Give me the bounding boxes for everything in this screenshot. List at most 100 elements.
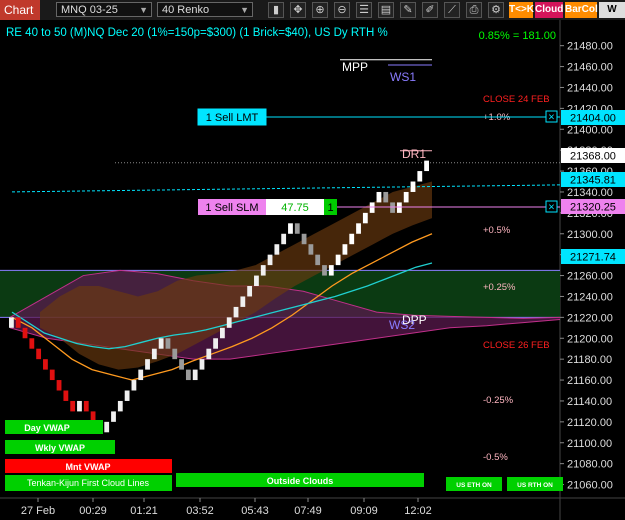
settings-icon[interactable]: ⚙ [488, 2, 504, 18]
vwap-price-text: 21345.81 [570, 175, 616, 187]
renko-brick [83, 400, 89, 412]
price-tick-label: 21160.00 [567, 375, 612, 387]
screenshot-icon[interactable]: ⎙ [466, 2, 482, 18]
time-tick-label: 05:43 [241, 505, 269, 517]
data-box-icon[interactable]: ▤ [378, 2, 394, 18]
drawing-tool-icon[interactable]: ✎ [400, 2, 416, 18]
time-tick-label: 01:21 [130, 505, 158, 517]
renko-brick [77, 400, 82, 412]
last-price-text: 21368.00 [570, 151, 616, 163]
edit-icon[interactable]: ✐ [422, 2, 438, 18]
renko-brick [383, 191, 389, 203]
renko-brick [15, 317, 21, 328]
renko-brick [56, 380, 62, 391]
chevron-down-icon: ▼ [139, 5, 148, 15]
sell-lmt-label: 1 Sell LMT [206, 112, 259, 124]
chevron-down-icon: ▼ [240, 5, 249, 15]
barcol-button[interactable]: BarCol [565, 2, 598, 18]
renko-brick [247, 286, 253, 297]
tk-button[interactable]: T<>K [509, 2, 534, 18]
mnt-vwap-label: Mnt VWAP [66, 462, 111, 472]
day-vwap-label: Day VWAP [24, 423, 70, 433]
slm-price-text: 21320.25 [570, 202, 616, 214]
slm-pnl: 47.75 [281, 202, 309, 214]
renko-brick [226, 317, 232, 328]
renko-brick [410, 181, 416, 192]
renko-brick [192, 369, 198, 381]
renko-brick [403, 191, 409, 203]
time-tick-label: 00:29 [79, 505, 107, 517]
renko-brick [22, 327, 28, 339]
renko-brick [206, 348, 212, 360]
renko-brick [117, 400, 123, 412]
sell-slm-label: 1 Sell SLM [205, 202, 258, 214]
price-tick-label: 21180.00 [567, 354, 612, 366]
price-tick-label: 21480.00 [567, 41, 613, 53]
bar-chart-icon[interactable]: ▮ [268, 2, 284, 18]
tenkan-kijun-label: Tenkan-Kijun First Cloud Lines [27, 478, 150, 488]
price-tick-label: 21400.00 [567, 124, 613, 136]
zoom-in-icon[interactable]: ⊕ [312, 2, 328, 18]
percent-change: 0.85% = 181.00 [479, 30, 556, 42]
renko-brick [199, 359, 205, 370]
renko-brick [315, 254, 321, 266]
properties-icon[interactable]: ☰ [356, 2, 372, 18]
renko-brick [328, 265, 334, 276]
renko-brick [362, 212, 368, 224]
renko-brick [233, 306, 239, 318]
renko-brick [158, 338, 164, 349]
renko-brick [36, 348, 42, 360]
time-axis: 27 Feb 00:29 01:21 03:52 05:43 07:49 09:09 12:0… [21, 498, 432, 517]
renko-chart[interactable]: 21480.0021460.0021440.0021420.0021400.00… [0, 20, 625, 520]
renko-brick [417, 171, 423, 182]
renko-brick [138, 369, 144, 381]
price-tick-label: 21200.00 [567, 333, 613, 345]
renko-brick [390, 202, 395, 213]
renko-brick [43, 359, 48, 370]
chart-tab[interactable]: Chart [0, 0, 40, 20]
bar-type-selector[interactable]: 40 Renko ▼ [157, 2, 253, 17]
price-tick-label: 21060.00 [567, 480, 613, 492]
instrument-selector[interactable]: MNQ 03-25 ▼ [56, 2, 152, 17]
price-tick-label: 21260.00 [567, 271, 613, 283]
wkly-vwap-label: Wkly VWAP [35, 443, 85, 453]
renko-brick [335, 254, 341, 266]
renko-brick [165, 338, 171, 349]
price-tick-label: 21460.00 [567, 62, 613, 74]
renko-brick [111, 411, 116, 422]
time-tick-label: 27 Feb [21, 505, 55, 517]
renko-brick [288, 223, 293, 234]
wvw-button[interactable]: W VW [599, 2, 625, 31]
renko-brick [281, 233, 287, 245]
renko-brick [29, 338, 35, 349]
line-chart-icon[interactable]: ⟋ [444, 2, 460, 18]
renko-brick [49, 369, 55, 381]
renko-brick [179, 359, 184, 370]
renko-brick [185, 369, 191, 381]
renko-brick [131, 380, 137, 391]
minus-025pct-label: -0.25% [483, 395, 514, 406]
close-26-label: CLOSE 26 FEB [483, 340, 550, 351]
renko-brick [356, 223, 361, 234]
us-eth-on-label: US ETH ON [456, 482, 492, 489]
close-icon: × [548, 202, 554, 214]
renko-brick [254, 275, 259, 287]
time-tick-label: 07:49 [294, 505, 322, 517]
time-tick-label: 12:02 [404, 505, 432, 517]
lmt-price-text: 21404.00 [570, 113, 616, 125]
ws2-label: WS2 [389, 318, 415, 332]
renko-brick [294, 223, 300, 234]
cloud-button[interactable]: Cloud [535, 2, 563, 18]
renko-brick [104, 421, 110, 433]
zoom-out-icon[interactable]: ⊖ [334, 2, 350, 18]
price-tick-label: 21440.00 [567, 82, 613, 94]
renko-brick [322, 265, 327, 276]
price-tick-label: 21100.00 [567, 438, 612, 450]
pan-icon[interactable]: ✥ [290, 2, 306, 18]
outside-clouds-label: Outside Clouds [267, 476, 334, 486]
us-rth-on-label: US RTH ON [517, 482, 553, 489]
renko-brick [151, 348, 157, 360]
ws1-label: WS1 [390, 70, 416, 84]
time-tick-label: 03:52 [186, 505, 214, 517]
renko-brick [260, 265, 266, 276]
